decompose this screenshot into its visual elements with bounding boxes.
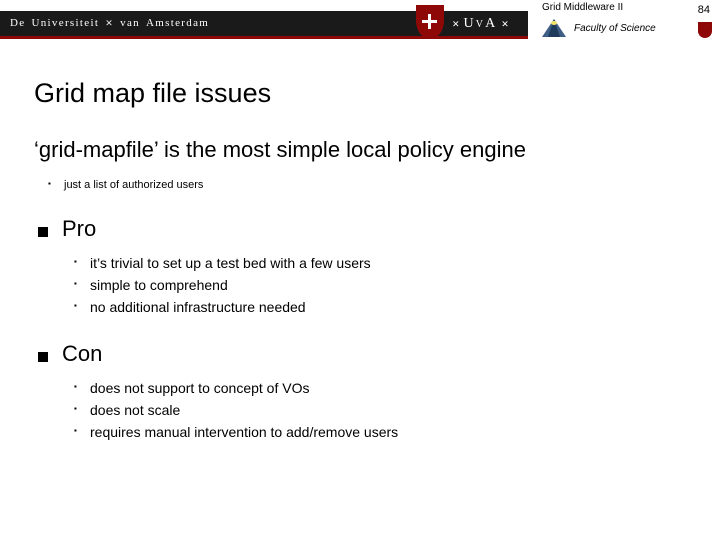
- list-item: it’s trivial to set up a test bed with a…: [34, 252, 686, 274]
- list-item: just a list of authorized users: [34, 177, 686, 194]
- separator-icon: ✕: [452, 19, 460, 29]
- slide-title: Grid map file issues: [34, 78, 686, 109]
- faculty-label: Faculty of Science: [574, 23, 656, 34]
- university-mid2: van: [120, 17, 140, 29]
- header-accent-line: [0, 36, 528, 39]
- list-item: simple to comprehend: [34, 274, 686, 296]
- list-item: does not scale: [34, 399, 686, 421]
- section-heading: Con: [34, 341, 686, 367]
- section-pro: Pro it’s trivial to set up a test bed wi…: [34, 216, 686, 319]
- intro-list: just a list of authorized users: [34, 177, 686, 194]
- list-item: requires manual intervention to add/remo…: [34, 421, 686, 443]
- header-right: Grid Middleware II Faculty of Science: [540, 2, 710, 48]
- university-name: Amsterdam: [146, 17, 209, 29]
- con-list: does not support to concept of VOs does …: [34, 377, 686, 444]
- corner-badge-icon: [698, 22, 712, 38]
- slide-header: De Universiteit ✕ van Amsterdam ✕ UvA ✕ …: [0, 0, 720, 48]
- uva-monogram: UvA: [464, 16, 498, 31]
- separator-icon: ✕: [501, 19, 509, 29]
- faculty-row: Faculty of Science: [540, 17, 710, 39]
- university-wordmark: De Universiteit ✕ van Amsterdam: [10, 17, 209, 29]
- section-con: Con does not support to concept of VOs d…: [34, 341, 686, 444]
- separator-icon: ✕: [105, 18, 114, 29]
- pyramid-icon: [540, 17, 568, 39]
- slide: De Universiteit ✕ van Amsterdam ✕ UvA ✕ …: [0, 0, 720, 540]
- course-title: Grid Middleware II: [540, 2, 710, 13]
- pro-list: it’s trivial to set up a test bed with a…: [34, 252, 686, 319]
- slide-number: 84: [698, 4, 710, 16]
- slide-body: Grid map file issues ‘grid-mapfile’ is t…: [0, 48, 720, 444]
- uva-mono-block: ✕ UvA ✕: [452, 14, 509, 32]
- slide-subtitle: ‘grid-mapfile’ is the most simple local …: [34, 137, 686, 163]
- list-item: does not support to concept of VOs: [34, 377, 686, 399]
- list-item: no additional infrastructure needed: [34, 296, 686, 318]
- section-heading: Pro: [34, 216, 686, 242]
- university-mid1: Universiteit: [31, 17, 99, 29]
- university-prefix: De: [10, 17, 25, 29]
